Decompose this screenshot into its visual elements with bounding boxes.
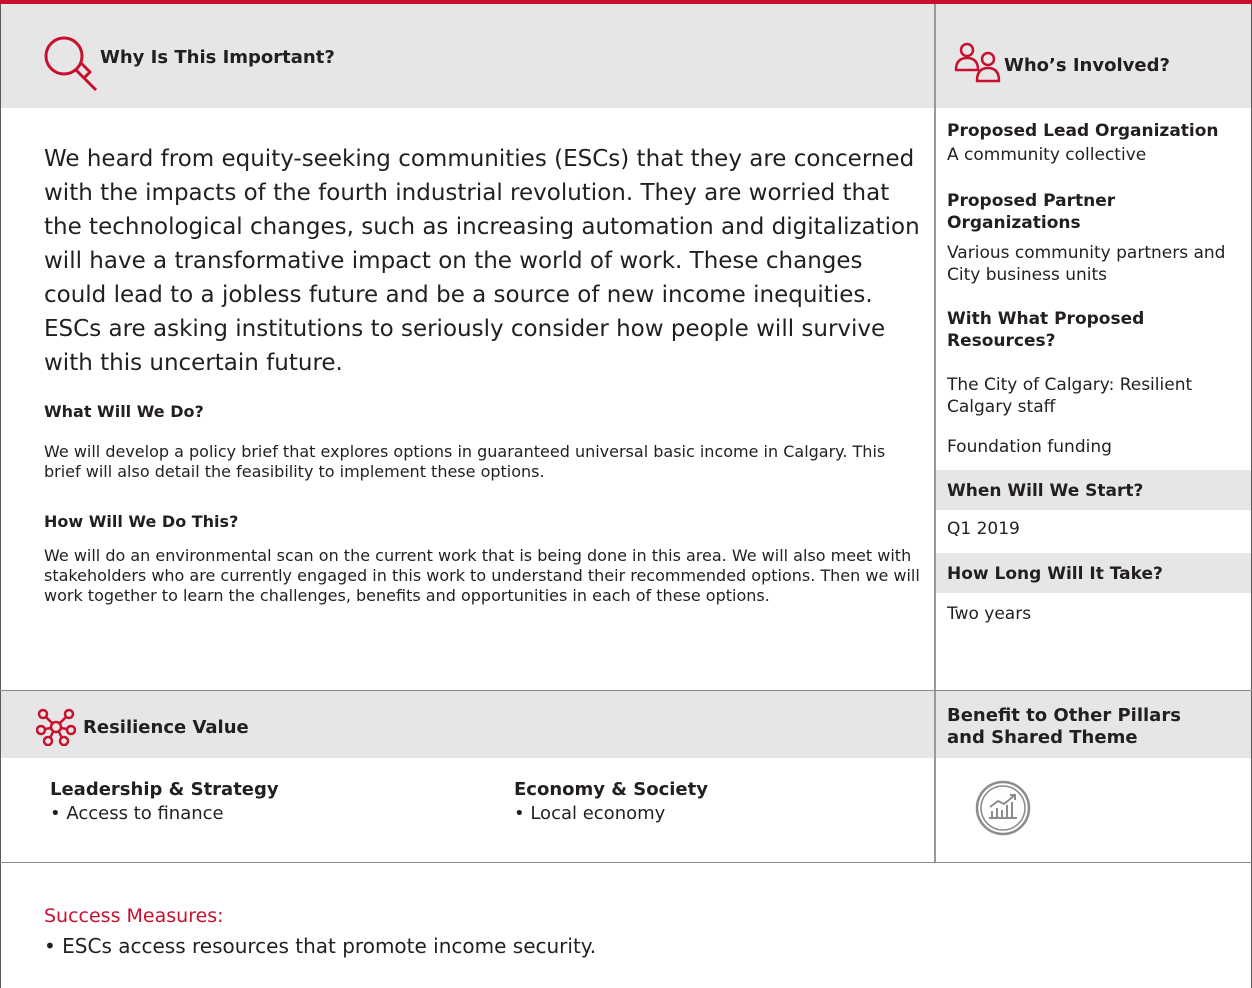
duration-label: How Long Will It Take?: [947, 564, 1163, 584]
resilience-col-2-item: • Local economy: [514, 803, 666, 824]
start-label: When Will We Start?: [947, 481, 1144, 501]
people-icon: [954, 42, 1001, 83]
resilience-col-2-heading: Economy & Society: [514, 779, 708, 800]
resources-value-1: The City of Calgary: Resilient Calgary s…: [947, 375, 1193, 417]
magnifier-icon: [44, 36, 98, 92]
resilience-col-1-heading: Leadership & Strategy: [50, 779, 279, 800]
why-title: Why Is This Important?: [100, 47, 335, 68]
row-divider-resilience: [0, 690, 1252, 691]
how-text: We will do an environmental scan on the …: [44, 546, 920, 605]
economy-chart-icon: [975, 780, 1031, 836]
duration-value: Two years: [947, 604, 1032, 624]
resilience-title: Resilience Value: [83, 717, 249, 738]
who-title: Who’s Involved?: [1004, 55, 1170, 76]
what-text: We will develop a policy brief that expl…: [44, 442, 886, 481]
column-divider: [934, 4, 936, 863]
success-title: Success Measures:: [44, 905, 224, 927]
benefit-title: Benefit to Other Pillars and Shared Them…: [947, 705, 1181, 748]
partner-value: Various community partners and City busi…: [947, 243, 1226, 285]
resources-label: With What Proposed Resources?: [947, 309, 1145, 351]
partner-label: Proposed Partner Organizations: [947, 191, 1116, 233]
start-value: Q1 2019: [947, 519, 1020, 539]
row-divider-success: [0, 862, 1252, 863]
resilience-col-1-item: • Access to finance: [50, 803, 224, 824]
network-icon: [36, 708, 76, 746]
lead-paragraph: We heard from equity-seeking communities…: [44, 146, 920, 376]
lead-org-value: A community collective: [947, 145, 1147, 165]
success-item: • ESCs access resources that promote inc…: [44, 934, 597, 958]
how-heading: How Will We Do This?: [44, 512, 239, 531]
lead-org-label: Proposed Lead Organization: [947, 121, 1219, 141]
frame-left-border: [0, 4, 1, 988]
resources-value-2: Foundation funding: [947, 437, 1112, 457]
what-heading: What Will We Do?: [44, 402, 204, 421]
